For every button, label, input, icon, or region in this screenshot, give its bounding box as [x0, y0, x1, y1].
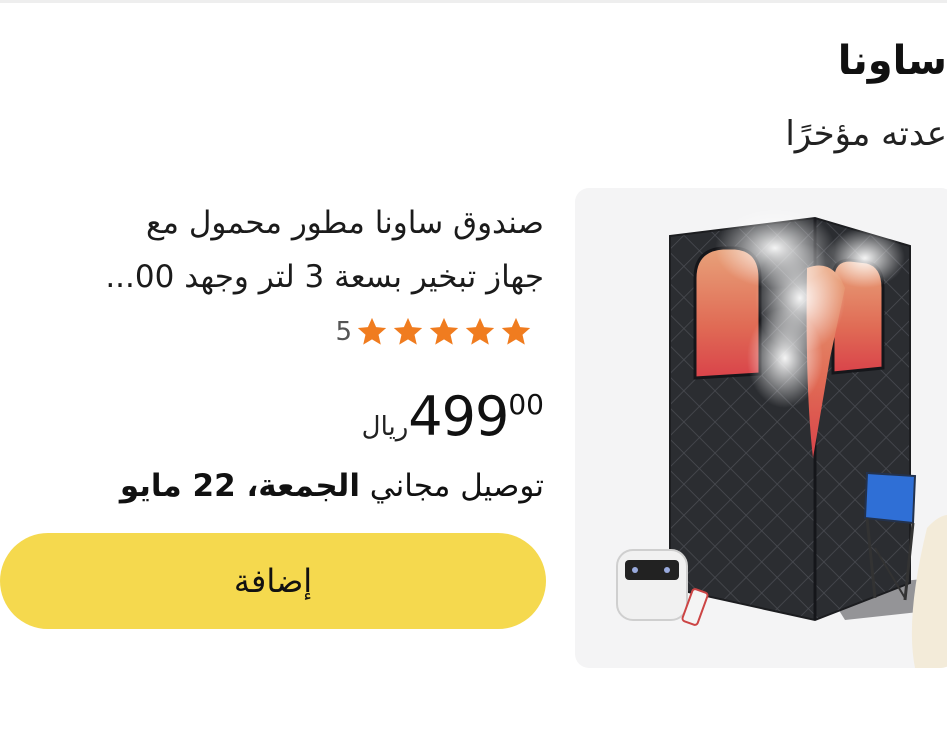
- section-title: ساونا: [837, 38, 947, 84]
- product-title-line-1: صندوق ساونا مطور محمول مع: [145, 205, 544, 241]
- delivery-date: الجمعة، 22 مايو: [119, 468, 360, 504]
- delivery-info: توصيل مجاني الجمعة، 22 مايو: [4, 462, 544, 510]
- product-title[interactable]: صندوق ساونا مطور محمول مع جهاز تبخير بسع…: [4, 196, 544, 304]
- price-currency: ريال: [361, 412, 409, 442]
- star-icon: [429, 317, 459, 345]
- star-icon: [393, 317, 423, 345]
- delivery-prefix: توصيل مجاني: [359, 468, 544, 504]
- product-image[interactable]: [575, 188, 947, 668]
- section-subtitle: عدته مؤخرًا: [785, 114, 947, 154]
- product-title-line-2: جهاز تبخير بسعة 3 لتر وجهد 00...: [105, 259, 544, 295]
- star-icon: [501, 317, 531, 345]
- star-icon: [465, 317, 495, 345]
- sauna-tent-illustration: [616, 208, 947, 668]
- top-divider: [0, 0, 947, 3]
- rating: 5: [335, 312, 534, 352]
- price: 00 499 ريال: [360, 382, 544, 452]
- rating-count: 5: [335, 317, 352, 347]
- add-to-cart-button[interactable]: إضافة: [0, 533, 546, 629]
- star-icon: [357, 317, 387, 345]
- price-decimal: 00: [508, 388, 544, 421]
- price-integer: 499: [408, 385, 509, 448]
